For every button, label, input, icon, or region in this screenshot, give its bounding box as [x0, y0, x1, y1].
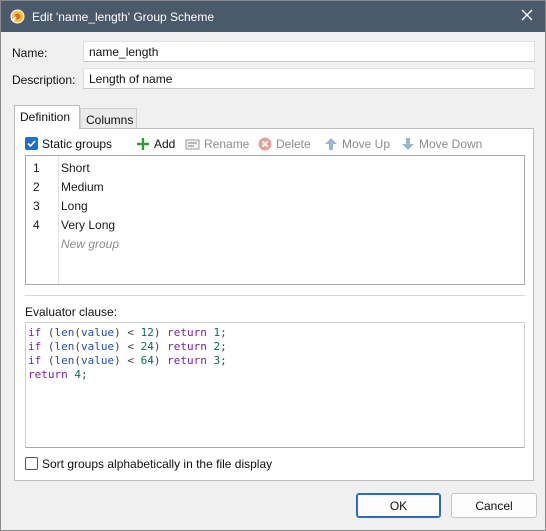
add-label: Add [154, 137, 176, 151]
code-line: if (len(value) < 64) return 3; [28, 354, 227, 367]
code-line: return 4; [28, 368, 88, 381]
tab-definition[interactable]: Definition [14, 105, 80, 129]
sort-alphabetically-checkbox[interactable] [25, 457, 38, 470]
code-line: if (len(value) < 24) return 2; [28, 340, 227, 353]
list-item[interactable]: 1 Short [26, 158, 524, 177]
ok-button[interactable]: OK [356, 493, 441, 518]
evaluator-code-editor[interactable]: if (len(value) < 12) return 1; if (len(v… [25, 322, 525, 448]
list-item[interactable]: 3 Long [26, 196, 524, 215]
delete-label: Delete [276, 137, 311, 151]
delete-icon [258, 137, 272, 151]
new-group-placeholder: New group [61, 237, 120, 251]
close-icon [521, 9, 533, 24]
rename-label: Rename [204, 137, 250, 151]
arrow-down-icon [402, 138, 414, 150]
tab-definition-label: Definition [20, 110, 71, 124]
delete-button[interactable]: Delete [258, 136, 311, 152]
group-name: Short [61, 161, 90, 175]
static-groups-checkbox[interactable] [25, 137, 38, 150]
arrow-up-icon [325, 138, 337, 150]
tab-columns-label: Columns [86, 113, 134, 127]
move-up-label: Move Up [342, 137, 391, 151]
group-index: 3 [33, 199, 40, 213]
dialog-window: Edit 'name_length' Group Scheme Name: De… [0, 0, 546, 531]
checkmark-icon [27, 140, 36, 148]
list-item[interactable]: 2 Medium [26, 177, 524, 196]
group-name: Medium [61, 180, 104, 194]
description-label: Description: [12, 73, 76, 87]
rename-icon [185, 139, 200, 150]
add-button[interactable]: Add [136, 136, 175, 152]
static-groups-label: Static groups [42, 137, 113, 151]
cancel-button[interactable]: Cancel [451, 493, 537, 518]
group-name: Long [61, 199, 88, 213]
move-down-label: Move Down [419, 137, 483, 151]
group-index: 1 [33, 161, 40, 175]
code-line: if (len(value) < 12) return 1; [28, 326, 227, 339]
tab-columns[interactable]: Columns [80, 108, 137, 128]
evaluator-label: Evaluator clause: [25, 305, 118, 319]
name-label: Name: [12, 46, 48, 60]
window-title: Edit 'name_length' Group Scheme [32, 10, 215, 24]
group-index: 4 [33, 218, 40, 232]
close-button[interactable] [513, 4, 541, 28]
rename-button[interactable]: Rename [185, 136, 249, 152]
name-field[interactable] [83, 41, 535, 62]
group-index: 2 [33, 180, 40, 194]
groups-list[interactable]: 1 Short 2 Medium 3 Long 4 Very Long New … [25, 155, 525, 285]
description-field[interactable] [83, 68, 535, 89]
new-group-row[interactable]: New group [26, 234, 524, 253]
move-down-button[interactable]: Move Down [401, 136, 482, 152]
group-name: Very Long [61, 218, 116, 232]
plus-icon [137, 138, 149, 150]
title-bar: Edit 'name_length' Group Scheme [1, 1, 545, 32]
app-icon [10, 9, 25, 24]
sort-alphabetically-label: Sort groups alphabetically in the file d… [42, 457, 273, 471]
list-item[interactable]: 4 Very Long [26, 215, 524, 234]
move-up-button[interactable]: Move Up [324, 136, 390, 152]
section-divider [25, 295, 525, 296]
